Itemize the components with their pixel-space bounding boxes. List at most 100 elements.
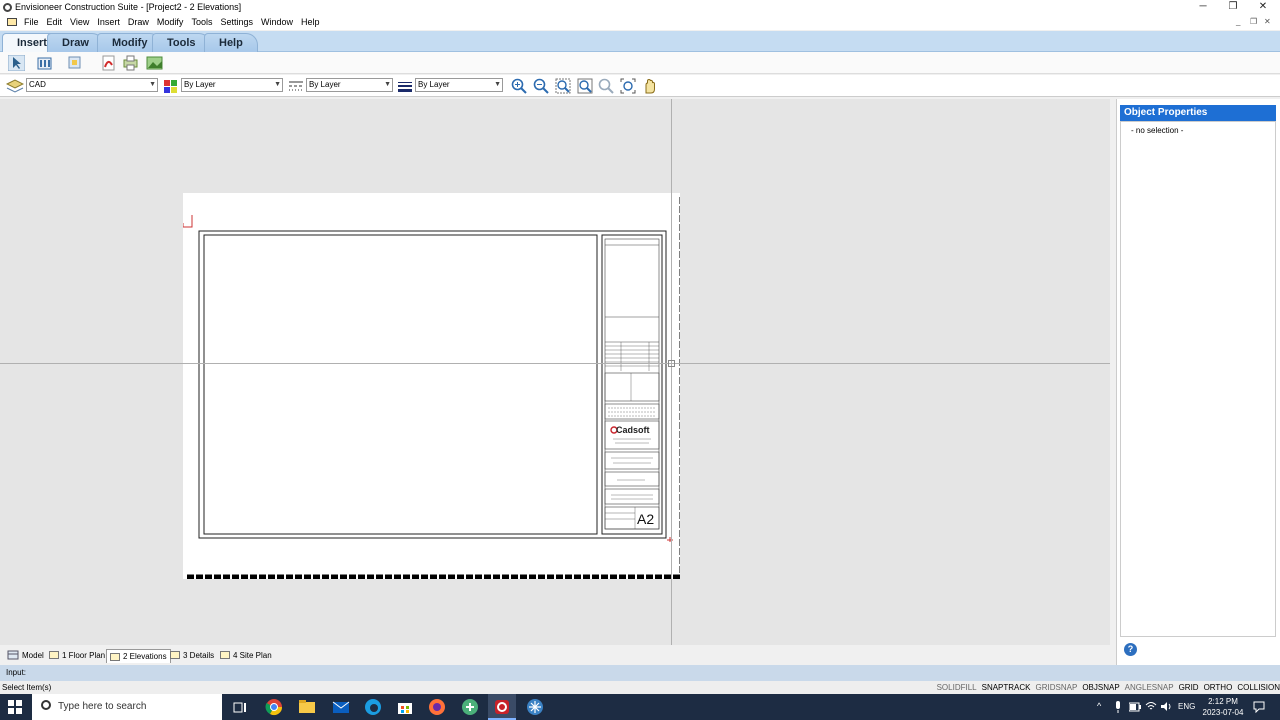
maximize-button[interactable]: ❐ [1218, 0, 1248, 15]
zoom-fit-icon[interactable] [620, 78, 636, 94]
tab-elevations-label: 2 Elevations [123, 652, 167, 661]
color-value: By Layer [184, 80, 216, 89]
chevron-down-icon: ▼ [149, 81, 156, 88]
ribbon-tab-bar: Insert Draw Modify Tools Help [0, 31, 1280, 52]
zoom-in-icon[interactable] [511, 78, 527, 94]
status-prompt: Select Item(s) [2, 683, 52, 692]
tab-tools[interactable]: Tools [152, 33, 211, 52]
selection-status: - no selection - [1131, 126, 1184, 135]
image-icon[interactable] [146, 55, 163, 71]
edge-icon[interactable] [364, 698, 382, 716]
title-block-logo: Cadsoft [616, 425, 650, 435]
notification-icon[interactable] [1253, 701, 1265, 713]
toggle-snaptrack[interactable]: SNAPTRACK [982, 683, 1031, 692]
properties-body [1120, 121, 1276, 637]
pdf-icon[interactable] [100, 55, 117, 71]
wifi-icon[interactable] [1145, 701, 1157, 712]
toggle-grid[interactable]: GRID [1179, 683, 1199, 692]
mdi-minimize-icon[interactable]: _ [1236, 17, 1240, 26]
tab-site-plan-label: 4 Site Plan [233, 650, 272, 660]
zoom-extents-icon[interactable] [577, 78, 593, 94]
task-view-icon[interactable] [231, 698, 249, 716]
lineweight-icon [398, 82, 412, 92]
menu-edit[interactable]: Edit [43, 16, 67, 28]
microphone-icon[interactable] [1113, 701, 1123, 713]
menu-settings[interactable]: Settings [216, 16, 257, 28]
menu-insert[interactable]: Insert [93, 16, 124, 28]
clock[interactable]: 2:12 PM 2023-07-04 [1198, 696, 1248, 718]
tab-site-plan[interactable]: 4 Site Plan [217, 648, 275, 662]
mdi-close-icon[interactable]: ✕ [1264, 17, 1271, 26]
title-bar: Envisioneer Construction Suite - [Projec… [0, 0, 1280, 15]
chevron-down-icon: ▼ [384, 81, 391, 88]
model-icon [7, 650, 19, 660]
color-dropdown[interactable]: By Layer ▼ [181, 78, 283, 92]
volume-icon[interactable] [1160, 701, 1172, 712]
tab-draw[interactable]: Draw [47, 33, 104, 52]
drafting-toggles: SOLIDFILL SNAPTRACK GRIDSNAP OBJSNAP ANG… [937, 683, 1280, 692]
tab-details[interactable]: 3 Details [167, 648, 217, 662]
envisioneer-icon[interactable] [493, 698, 511, 716]
minimize-button[interactable]: ─ [1188, 0, 1218, 15]
toggle-collision[interactable]: COLLISION [1237, 683, 1280, 692]
layer-icon [6, 79, 24, 93]
folder-icon [110, 652, 120, 661]
firefox-icon[interactable] [428, 698, 446, 716]
app-icon [3, 3, 12, 12]
tab-help[interactable]: Help [204, 33, 258, 52]
layer-dropdown[interactable]: CAD ▼ [26, 78, 158, 92]
library-icon[interactable] [36, 55, 53, 71]
toggle-solidfill[interactable]: SOLIDFILL [937, 683, 977, 692]
linestyle-icon [289, 81, 303, 91]
snowflake-app-icon[interactable] [526, 698, 544, 716]
mail-icon[interactable] [332, 698, 350, 716]
folder-icon [220, 651, 230, 659]
linestyle-dropdown[interactable]: By Layer ▼ [306, 78, 393, 92]
language-indicator[interactable]: ENG [1178, 702, 1195, 711]
windows-start-icon[interactable] [8, 700, 22, 714]
close-button[interactable]: ✕ [1248, 0, 1278, 15]
main-toolbar [0, 52, 1280, 74]
lineweight-dropdown[interactable]: By Layer ▼ [415, 78, 503, 92]
drawing-canvas[interactable]: Cadsoft A2 [0, 99, 1110, 645]
menu-file[interactable]: File [20, 16, 43, 28]
toggle-objsnap[interactable]: OBJSNAP [1082, 683, 1119, 692]
menu-view[interactable]: View [66, 16, 93, 28]
zoom-previous-icon[interactable] [598, 78, 614, 94]
toggle-gridsnap[interactable]: GRIDSNAP [1036, 683, 1078, 692]
chrome-icon[interactable] [265, 698, 283, 716]
layout-tab-bar: Model 1 Floor Plan 2 Elevations 3 Detail… [0, 645, 1116, 665]
linestyle-value: By Layer [309, 80, 341, 89]
pan-hand-icon[interactable] [642, 78, 658, 94]
zoom-window-icon[interactable] [555, 78, 571, 94]
menu-window[interactable]: Window [257, 16, 297, 28]
tray-chevron-icon[interactable]: ^ [1097, 701, 1101, 711]
toggle-ortho[interactable]: ORTHO [1204, 683, 1233, 692]
store-icon[interactable] [396, 698, 414, 716]
tab-floor-plan[interactable]: 1 Floor Plan [46, 648, 108, 662]
tab-elevations[interactable]: 2 Elevations [106, 649, 171, 663]
file-explorer-icon[interactable] [298, 698, 316, 716]
clock-time: 2:12 PM [1208, 697, 1238, 706]
tab-model[interactable]: Model [4, 648, 47, 662]
layer-manager-icon[interactable] [66, 55, 83, 71]
app-icon-green[interactable] [461, 698, 479, 716]
taskbar-search[interactable]: Type here to search [32, 694, 222, 720]
help-icon[interactable]: ? [1124, 643, 1137, 656]
search-placeholder: Type here to search [58, 701, 147, 712]
crosshair-pickbox [668, 360, 675, 367]
command-input-bar[interactable]: Input: [0, 665, 1280, 681]
tab-details-label: 3 Details [183, 650, 215, 660]
menu-draw[interactable]: Draw [124, 16, 153, 28]
mdi-restore-icon[interactable]: ❐ [1250, 17, 1257, 26]
menu-help[interactable]: Help [297, 16, 324, 28]
menu-tools[interactable]: Tools [187, 16, 216, 28]
folder-icon [170, 651, 180, 659]
zoom-out-icon[interactable] [533, 78, 549, 94]
tab-floor-plan-label: 1 Floor Plan [62, 650, 106, 660]
print-icon[interactable] [122, 55, 139, 71]
select-arrow-icon[interactable] [8, 55, 25, 71]
toggle-anglesnap[interactable]: ANGLESNAP [1125, 683, 1174, 692]
chevron-down-icon: ▼ [494, 81, 501, 88]
menu-modify[interactable]: Modify [153, 16, 188, 28]
